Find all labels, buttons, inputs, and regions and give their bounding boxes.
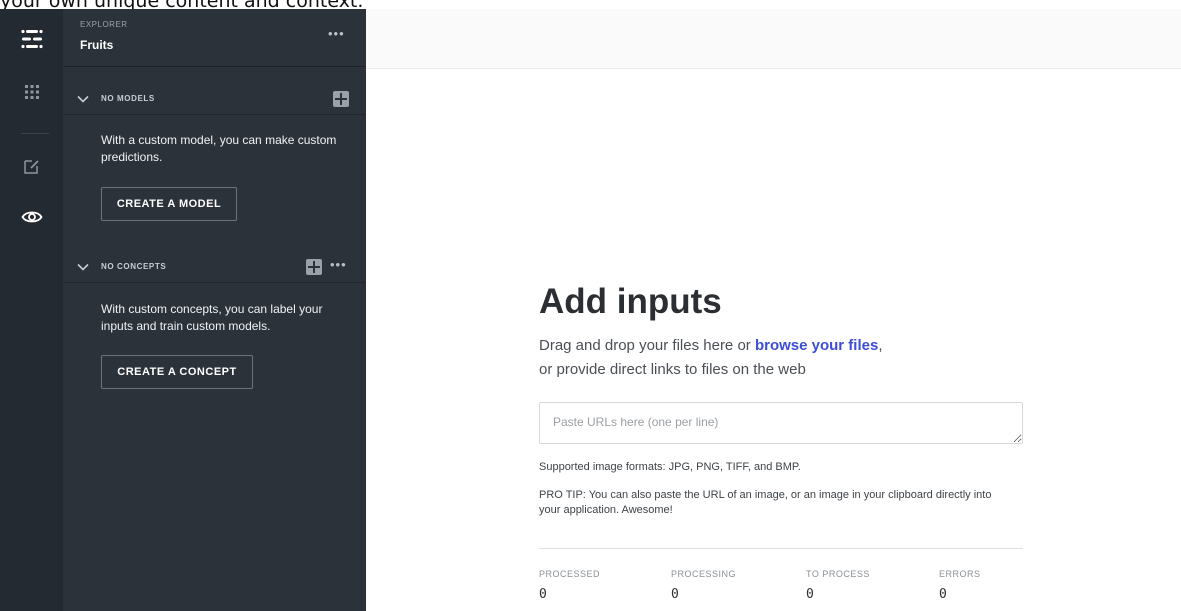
create-model-button[interactable]: CREATE A MODEL	[101, 187, 237, 221]
explorer-panel: EXPLORER Fruits ••• NO MODELS With a cus…	[63, 9, 366, 611]
stat-value: 0	[671, 587, 679, 602]
stat-value: 0	[939, 587, 947, 602]
logo-icon[interactable]	[0, 19, 63, 59]
description-text: Drag and drop your files here or	[539, 337, 751, 354]
chevron-down-icon[interactable]	[77, 261, 89, 273]
models-section-header[interactable]: NO MODELS	[63, 86, 366, 115]
main-top-bar	[366, 9, 1181, 69]
models-header-label: NO MODELS	[101, 94, 155, 103]
concepts-header-label: NO CONCEPTS	[101, 262, 167, 271]
stat-to-process: TO PROCESS 0	[806, 569, 870, 602]
upload-description-line2: or provide direct links to files on the …	[539, 361, 806, 378]
upload-description: Drag and drop your files here or browse …	[539, 337, 883, 354]
more-options-icon[interactable]: •••	[330, 257, 347, 272]
edit-icon[interactable]	[0, 146, 63, 186]
eye-icon[interactable]	[0, 197, 63, 237]
grid-icon[interactable]	[0, 72, 63, 112]
stat-errors: ERRORS 0	[939, 569, 981, 602]
more-options-icon[interactable]: •••	[328, 26, 345, 41]
app-name: Fruits	[80, 38, 114, 52]
stat-label: PROCESSING	[671, 569, 737, 579]
panel-header: EXPLORER Fruits •••	[63, 9, 366, 67]
description-comma: ,	[878, 337, 883, 354]
pro-tip: PRO TIP: You can also paste the URL of a…	[539, 489, 992, 516]
page-title: Add inputs	[539, 282, 722, 321]
stat-processing: PROCESSING 0	[671, 569, 736, 602]
supported-formats: Supported image formats: JPG, PNG, TIFF,…	[539, 461, 801, 473]
stats-divider	[539, 548, 1023, 549]
url-input[interactable]	[539, 402, 1023, 444]
create-concept-button[interactable]: CREATE A CONCEPT	[101, 355, 253, 389]
stat-label: TO PROCESS	[806, 569, 870, 579]
add-concept-icon[interactable]	[306, 259, 322, 275]
concepts-section-header[interactable]: NO CONCEPTS •••	[63, 254, 366, 283]
stat-label: PROCESSED	[539, 569, 601, 579]
stat-processed: PROCESSED 0	[539, 569, 600, 602]
add-model-icon[interactable]	[333, 91, 349, 107]
explorer-label: EXPLORER	[80, 20, 128, 29]
stat-label: ERRORS	[939, 569, 981, 579]
chevron-down-icon[interactable]	[77, 93, 89, 105]
rail-divider	[21, 133, 49, 134]
models-description: With a custom model, you can make custom…	[101, 133, 337, 164]
concepts-description: With custom concepts, you can label your…	[101, 302, 323, 333]
icon-rail	[0, 9, 63, 611]
stat-value: 0	[539, 587, 547, 602]
browse-files-link[interactable]: browse your files	[755, 337, 878, 354]
stat-value: 0	[806, 587, 814, 602]
